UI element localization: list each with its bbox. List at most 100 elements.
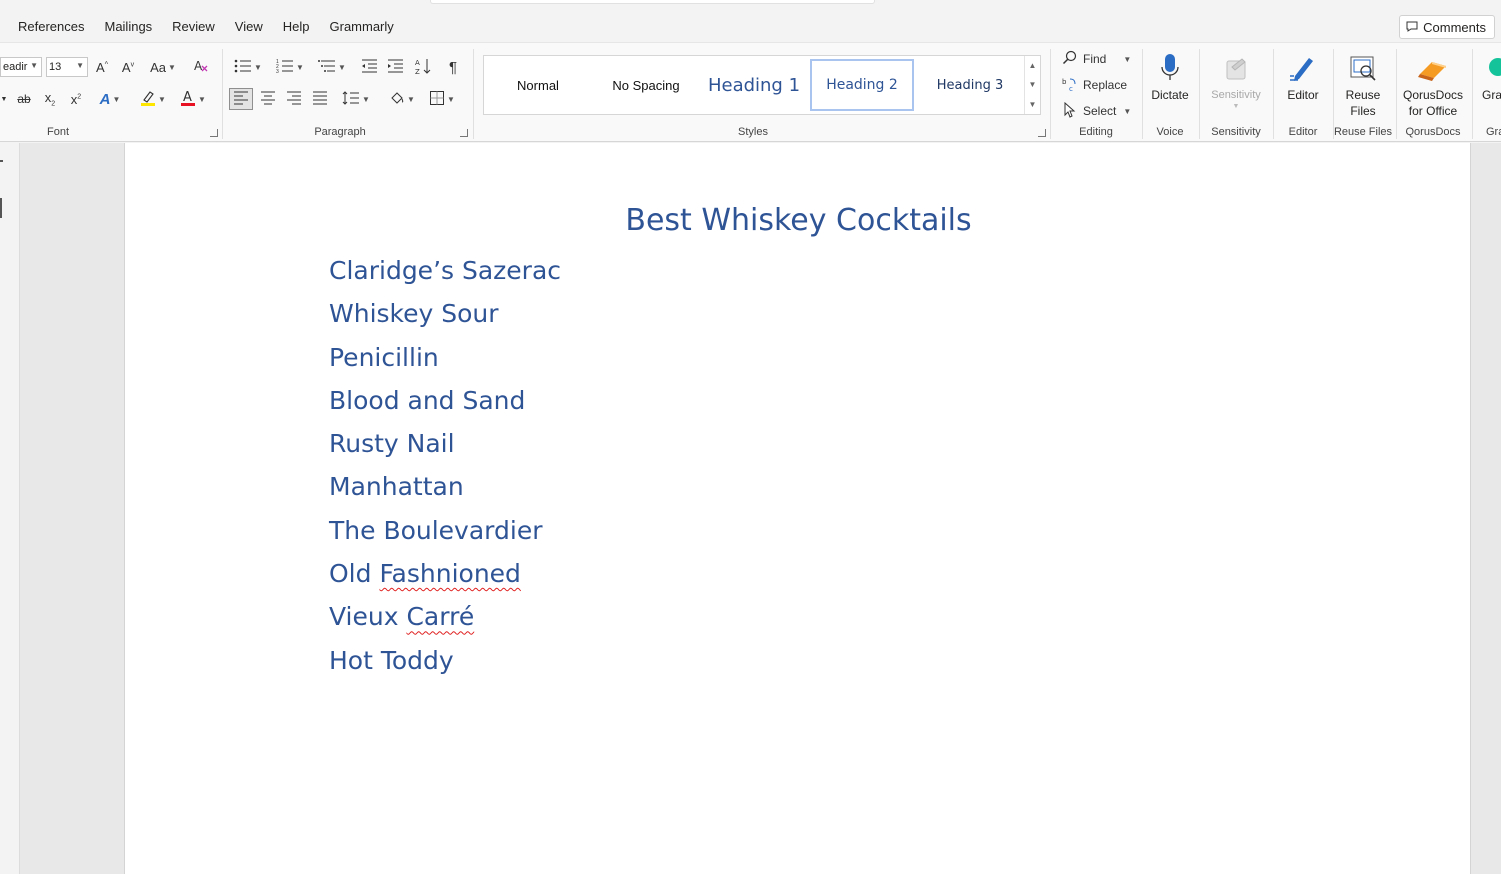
document-area: Best Whiskey Cocktails Claridge’s Sazera… bbox=[0, 143, 1501, 874]
style-normal[interactable]: Normal bbox=[488, 59, 588, 111]
tab-mailings[interactable]: Mailings bbox=[104, 19, 152, 34]
change-case-button[interactable]: Aa ▼ bbox=[146, 57, 180, 77]
font-name-combo[interactable]: eadir ▼ bbox=[0, 57, 42, 77]
strikethrough-button[interactable]: ab bbox=[14, 89, 34, 109]
search-icon bbox=[1062, 50, 1078, 69]
numbering-button[interactable]: 123 ▼ bbox=[272, 57, 308, 77]
sensitivity-group-label: Sensitivity bbox=[1211, 126, 1261, 138]
clear-formatting-button[interactable]: A bbox=[190, 57, 212, 77]
tab-grammarly[interactable]: Grammarly bbox=[330, 19, 394, 34]
align-right-button[interactable] bbox=[283, 89, 305, 109]
navigation-strip bbox=[0, 143, 20, 874]
select-button[interactable]: Select ▼ bbox=[1062, 100, 1131, 122]
sensitivity-button[interactable]: Sensitivity ▼ bbox=[1203, 49, 1269, 111]
document-title[interactable]: Best Whiskey Cocktails bbox=[125, 203, 1472, 238]
list-item[interactable]: Penicillin bbox=[329, 342, 561, 385]
font-name-value: eadir bbox=[3, 61, 28, 73]
style-heading-3[interactable]: Heading 3 bbox=[920, 59, 1020, 111]
grow-font-button[interactable]: A^ bbox=[92, 57, 112, 77]
editor-button[interactable]: Editor bbox=[1278, 49, 1328, 103]
shading-button[interactable]: ▼ bbox=[384, 89, 420, 109]
bullets-button[interactable]: ▼ bbox=[230, 57, 266, 77]
list-item[interactable]: Whiskey Sour bbox=[329, 298, 561, 341]
more-styles-icon[interactable]: ▼ bbox=[1029, 100, 1037, 109]
list-item[interactable]: Vieux Carré bbox=[329, 601, 561, 644]
svg-text:A: A bbox=[415, 59, 420, 67]
decrease-indent-button[interactable] bbox=[358, 57, 380, 77]
list-item[interactable]: Rusty Nail bbox=[329, 428, 561, 471]
align-center-button[interactable] bbox=[257, 89, 279, 109]
styles-gallery: Normal No Spacing Heading 1 Heading 2 He… bbox=[483, 55, 1041, 115]
list-item[interactable]: Hot Toddy bbox=[329, 645, 561, 688]
find-button[interactable]: Find ▼ bbox=[1062, 48, 1131, 70]
divider bbox=[473, 49, 474, 139]
justify-icon bbox=[312, 91, 328, 108]
editor-group-label: Editor bbox=[1288, 126, 1318, 138]
list-item[interactable]: Claridge’s Sazerac bbox=[329, 255, 561, 298]
justify-button[interactable] bbox=[309, 89, 331, 109]
highlight-button[interactable]: ▼ bbox=[136, 89, 170, 109]
align-center-icon bbox=[260, 91, 276, 108]
text-effects-button[interactable]: A ▼ bbox=[94, 89, 126, 109]
chevron-down-icon: ▼ bbox=[1123, 106, 1132, 116]
paragraph-dialog-launcher[interactable] bbox=[460, 129, 468, 137]
font-size-combo[interactable]: 13 ▼ bbox=[46, 57, 88, 77]
grammarly-button[interactable]: Gra bbox=[1482, 49, 1501, 103]
qorusdocs-label-2: for Office bbox=[1408, 104, 1458, 118]
multilevel-list-button[interactable]: ▼ bbox=[314, 57, 350, 77]
style-no-spacing[interactable]: No Spacing bbox=[596, 59, 696, 111]
reuse-files-button[interactable]: Reuse Files bbox=[1336, 49, 1390, 119]
list-item[interactable]: Blood and Sand bbox=[329, 385, 561, 428]
shrink-font-icon: Av bbox=[121, 59, 135, 75]
chevron-up-icon[interactable]: ▲ bbox=[1029, 61, 1037, 70]
sensitivity-label: Sensitivity bbox=[1211, 89, 1261, 101]
find-label: Find bbox=[1083, 52, 1107, 66]
dictate-button[interactable]: Dictate bbox=[1146, 49, 1194, 103]
list-item[interactable]: Manhattan bbox=[329, 471, 561, 514]
chevron-down-icon: ▼ bbox=[158, 94, 166, 104]
align-left-button[interactable] bbox=[229, 88, 253, 110]
nav-marker bbox=[0, 160, 3, 162]
qorusdocs-button[interactable]: QorusDocs for Office bbox=[1398, 49, 1468, 119]
reuse-files-group-label: Reuse Files bbox=[1333, 126, 1393, 138]
replace-button[interactable]: bc Replace bbox=[1062, 74, 1127, 96]
increase-indent-button[interactable] bbox=[384, 57, 406, 77]
paint-bucket-icon bbox=[389, 90, 405, 109]
styles-dialog-launcher[interactable] bbox=[1038, 129, 1046, 137]
tab-help[interactable]: Help bbox=[283, 19, 310, 34]
svg-text:A: A bbox=[194, 59, 203, 73]
document-page[interactable]: Best Whiskey Cocktails Claridge’s Sazera… bbox=[124, 143, 1471, 874]
borders-button[interactable]: ▼ bbox=[424, 89, 460, 109]
list-item[interactable]: The Boulevardier bbox=[329, 515, 561, 558]
font-color-button[interactable]: A ▼ bbox=[176, 89, 210, 109]
ribbon: eadir ▼ 13 ▼ A^ Av Aa ▼ A ▼ ab x2 x2 A ▼ ▼… bbox=[0, 42, 1501, 142]
chevron-down-icon: ▼ bbox=[1232, 103, 1240, 110]
sort-button[interactable]: AZ bbox=[412, 57, 434, 77]
search-box[interactable] bbox=[430, 0, 875, 4]
comment-icon bbox=[1406, 20, 1418, 35]
clear-formatting-icon: A bbox=[193, 58, 209, 77]
misspelled-word[interactable]: Fashnioned bbox=[379, 559, 520, 588]
voice-group-label: Voice bbox=[1156, 126, 1184, 138]
show-formatting-button[interactable]: ¶ bbox=[442, 57, 464, 77]
superscript-button[interactable]: x2 bbox=[66, 89, 86, 109]
numbered-list-icon: 123 bbox=[276, 59, 294, 76]
tab-review[interactable]: Review bbox=[172, 19, 215, 34]
multilevel-list-icon bbox=[318, 59, 336, 76]
microphone-icon bbox=[1159, 49, 1181, 87]
font-dialog-launcher[interactable] bbox=[210, 129, 218, 137]
style-heading-1[interactable]: Heading 1 bbox=[704, 59, 804, 111]
shrink-font-button[interactable]: Av bbox=[118, 57, 138, 77]
tab-view[interactable]: View bbox=[235, 19, 263, 34]
style-heading-2[interactable]: Heading 2 bbox=[810, 59, 914, 111]
chevron-down-icon: ▼ bbox=[0, 95, 8, 103]
bold-partial-button[interactable]: ▼ bbox=[0, 89, 8, 109]
list-item[interactable]: Old Fashnioned bbox=[329, 558, 561, 601]
chevron-down-icon[interactable]: ▼ bbox=[1029, 80, 1037, 89]
misspelled-word[interactable]: Carré bbox=[406, 602, 474, 631]
tab-references[interactable]: References bbox=[18, 19, 84, 34]
subscript-button[interactable]: x2 bbox=[40, 89, 60, 109]
line-spacing-button[interactable]: ▼ bbox=[338, 89, 374, 109]
comments-button[interactable]: Comments bbox=[1399, 15, 1495, 39]
svg-text:Z: Z bbox=[415, 68, 420, 75]
